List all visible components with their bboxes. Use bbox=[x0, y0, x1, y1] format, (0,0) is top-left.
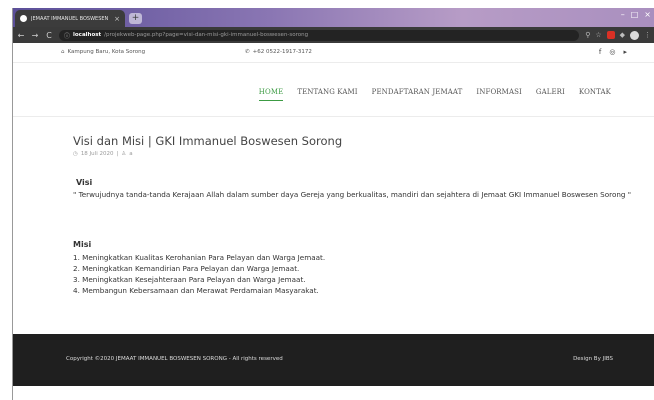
info-icon[interactable]: ⓘ bbox=[64, 31, 70, 40]
shield-icon[interactable]: ◆ bbox=[620, 31, 625, 39]
minimize-icon[interactable]: – bbox=[621, 10, 625, 19]
instagram-icon[interactable]: ◎ bbox=[609, 48, 615, 56]
zoom-icon[interactable]: ⚲ bbox=[585, 31, 590, 39]
home-icon: ⌂ bbox=[61, 49, 65, 55]
nav-menu: HOME TENTANG KAMI PENDAFTARAN JEMAAT INF… bbox=[258, 88, 611, 101]
url-host: localhost bbox=[73, 32, 102, 38]
page-title: Visi dan Misi | GKI Immanuel Boswesen So… bbox=[73, 134, 343, 148]
browser-tab-bar: JEMAAT IMMANUEL BOSWESEN × + – □ × bbox=[13, 8, 654, 27]
forward-icon[interactable]: → bbox=[31, 31, 39, 40]
nav-home[interactable]: HOME bbox=[258, 88, 284, 101]
phone-info: ✆ +62 0522-1917-3172 bbox=[245, 49, 312, 55]
post-author: a bbox=[129, 151, 133, 157]
address-text: Kampung Baru, Kota Sorong bbox=[67, 49, 146, 55]
url-path: /projekweb-page.php?page=visi-dan-misi-g… bbox=[104, 32, 309, 38]
address-info: ⌂ Kampung Baru, Kota Sorong bbox=[61, 49, 145, 55]
browser-window: JEMAAT IMMANUEL BOSWESEN × + – □ × ← → C… bbox=[12, 8, 654, 400]
address-bar: ← → C ⓘ localhost /projekweb-page.php?pa… bbox=[13, 27, 654, 43]
misi-item: 4. Membangun Kebersamaan dan Merawat Per… bbox=[73, 286, 319, 295]
misi-heading: Misi bbox=[73, 240, 92, 249]
close-window-icon[interactable]: × bbox=[644, 10, 651, 19]
extension-icon[interactable] bbox=[606, 31, 615, 39]
misi-item: 3. Meningkatkan Kesejahteraan Para Pelay… bbox=[73, 275, 306, 284]
misi-list: 1. Meningkatkan Kualitas Kerohanian Para… bbox=[73, 252, 325, 296]
post-date: 18 Juli 2020 bbox=[80, 151, 114, 157]
youtube-icon[interactable]: ▸ bbox=[623, 48, 627, 56]
misi-item: 1. Meningkatkan Kualitas Kerohanian Para… bbox=[73, 253, 326, 262]
clock-icon: ◷ bbox=[73, 151, 78, 157]
window-controls: – □ × bbox=[621, 10, 651, 19]
back-icon[interactable]: ← bbox=[17, 31, 25, 40]
copyright-text: Copyright ©2020 JEMAAT IMMANUEL BOSWESEN… bbox=[66, 356, 283, 362]
misi-item: 2. Meningkatkan Kemandirian Para Pelayan… bbox=[73, 264, 300, 273]
design-credit: Design By JIBS bbox=[573, 356, 613, 362]
extensions: ⚲ ☆ ◆ ⋮ bbox=[585, 30, 651, 40]
browser-tab[interactable]: JEMAAT IMMANUEL BOSWESEN × bbox=[15, 10, 125, 27]
nav-tentang-kami[interactable]: TENTANG KAMI bbox=[297, 88, 357, 96]
phone-icon: ✆ bbox=[245, 49, 250, 55]
nav-kontak[interactable]: KONTAK bbox=[579, 88, 611, 96]
profile-avatar[interactable] bbox=[630, 30, 639, 40]
url-field[interactable]: ⓘ localhost /projekweb-page.php?page=vis… bbox=[59, 29, 580, 41]
nav-pendaftaran-jemaat[interactable]: PENDAFTARAN JEMAAT bbox=[372, 88, 463, 96]
info-bar: ⌂ Kampung Baru, Kota Sorong ✆ +62 0522-1… bbox=[13, 43, 654, 63]
maximize-icon[interactable]: □ bbox=[631, 10, 639, 19]
site-footer: Copyright ©2020 JEMAAT IMMANUEL BOSWESEN… bbox=[13, 334, 654, 386]
visi-text: " Terwujudnya tanda-tanda Kerajaan Allah… bbox=[73, 190, 632, 199]
phone-text: +62 0522-1917-3172 bbox=[252, 49, 312, 55]
nav-informasi[interactable]: INFORMASI bbox=[476, 88, 521, 96]
tab-close-icon[interactable]: × bbox=[114, 15, 120, 23]
new-tab-button[interactable]: + bbox=[129, 13, 142, 24]
nav-galeri[interactable]: GALERI bbox=[536, 88, 565, 96]
tab-title: JEMAAT IMMANUEL BOSWESEN bbox=[31, 15, 109, 22]
visi-heading: Visi bbox=[76, 178, 93, 187]
main-navigation: HOME TENTANG KAMI PENDAFTARAN JEMAAT INF… bbox=[13, 63, 654, 117]
main-content: Visi dan Misi | GKI Immanuel Boswesen So… bbox=[13, 118, 654, 334]
site-favicon-icon bbox=[20, 15, 27, 22]
post-meta: ◷ 18 Juli 2020 | ♙ a bbox=[73, 151, 133, 157]
user-icon: ♙ bbox=[121, 151, 127, 157]
facebook-icon[interactable]: f bbox=[599, 48, 601, 56]
reload-icon[interactable]: C bbox=[45, 31, 53, 40]
menu-icon[interactable]: ⋮ bbox=[644, 31, 651, 39]
star-icon[interactable]: ☆ bbox=[595, 31, 601, 39]
social-links: f ◎ ▸ bbox=[599, 48, 627, 56]
meta-divider: | bbox=[116, 151, 119, 157]
